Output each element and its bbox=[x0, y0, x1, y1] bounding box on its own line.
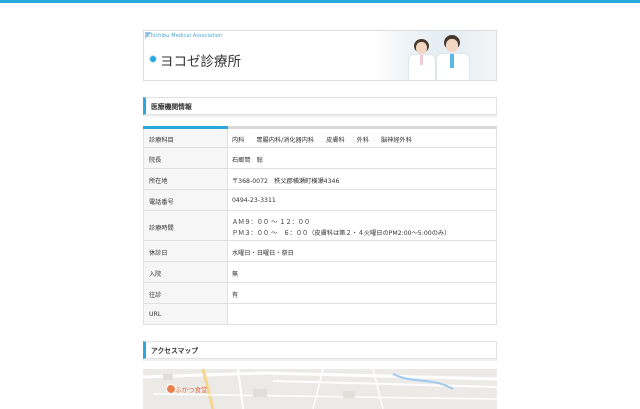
phone-number[interactable]: 0494-23-3311 bbox=[232, 197, 276, 204]
association-brand: Chichibu Medical Association bbox=[147, 33, 223, 39]
clinic-banner: Chichibu Medical Association ヨコゼ診療所 bbox=[143, 30, 497, 81]
row-value: 〒368-0072 秩父郡横瀬町横瀬4346 bbox=[232, 178, 340, 185]
table-row-hours: 診療時間 ＡＭ９：００ ～ １２：００ ＰＭ３：００ ～ ６：００（皮膚科は第２… bbox=[143, 211, 497, 241]
row-value: 無 bbox=[232, 271, 239, 278]
table-row-address: 所在地 〒368-0072 秩父郡横瀬町横瀬4346 bbox=[143, 169, 497, 190]
row-label: 入院 bbox=[149, 271, 162, 278]
department-item: 脳神経外科 bbox=[380, 137, 412, 144]
table-row-house-call: 往診 有 bbox=[143, 283, 497, 304]
table-row-url: URL bbox=[143, 304, 497, 325]
map-section-header: アクセスマップ bbox=[143, 341, 497, 359]
row-label: 所在地 bbox=[149, 178, 168, 185]
row-value: 有 bbox=[232, 292, 239, 299]
department-item: 外科 bbox=[356, 137, 369, 144]
table-row-departments: 診療科目 内科 胃腸内科/消化器内科 皮膚科 外科 脳神経外科 bbox=[143, 129, 497, 148]
doctors-photo bbox=[376, 31, 496, 80]
department-item: 皮膚科 bbox=[326, 137, 345, 144]
info-section-title: 医療機関情報 bbox=[151, 103, 192, 111]
row-label: 電話番号 bbox=[149, 199, 174, 206]
top-accent-bar bbox=[0, 0, 640, 3]
bullet-icon bbox=[150, 56, 156, 62]
hours-afternoon: ＰＭ３：００ ～ ６：００（皮膚科は第２・４火曜日のPM2:00～5:00のみ） bbox=[232, 230, 451, 237]
row-label: 診療時間 bbox=[149, 225, 174, 232]
table-row-phone: 電話番号 0494-23-3311 bbox=[143, 190, 497, 211]
row-value: 石郷岡 聡 bbox=[232, 157, 263, 164]
map-place-label[interactable]: ふかつ食堂 bbox=[175, 384, 208, 394]
info-section-header: 医療機関情報 bbox=[143, 97, 497, 115]
map-section-title: アクセスマップ bbox=[151, 347, 199, 355]
table-row-director: 院長 石郷岡 聡 bbox=[143, 148, 497, 169]
clinic-name: ヨコゼ診療所 bbox=[160, 54, 241, 70]
department-item: 胃腸内科/消化器内科 bbox=[256, 137, 315, 144]
department-list: 内科 胃腸内科/消化器内科 皮膚科 外科 脳神経外科 bbox=[232, 135, 422, 144]
row-value: 水曜日・日曜日・祭日 bbox=[232, 250, 294, 257]
row-label: 診療科目 bbox=[149, 137, 174, 144]
table-row-closed: 休診日 水曜日・日曜日・祭日 bbox=[143, 241, 497, 262]
hours-morning: ＡＭ９：００ ～ １２：００ bbox=[232, 219, 311, 226]
row-label: 往診 bbox=[149, 292, 162, 299]
department-item: 内科 bbox=[232, 137, 245, 144]
access-map[interactable]: ふかつ食堂 bbox=[143, 369, 497, 409]
row-label: 院長 bbox=[149, 157, 162, 164]
table-row-inpatient: 入院 無 bbox=[143, 262, 497, 283]
row-label: URL bbox=[149, 311, 162, 318]
row-label: 休診日 bbox=[149, 250, 168, 257]
